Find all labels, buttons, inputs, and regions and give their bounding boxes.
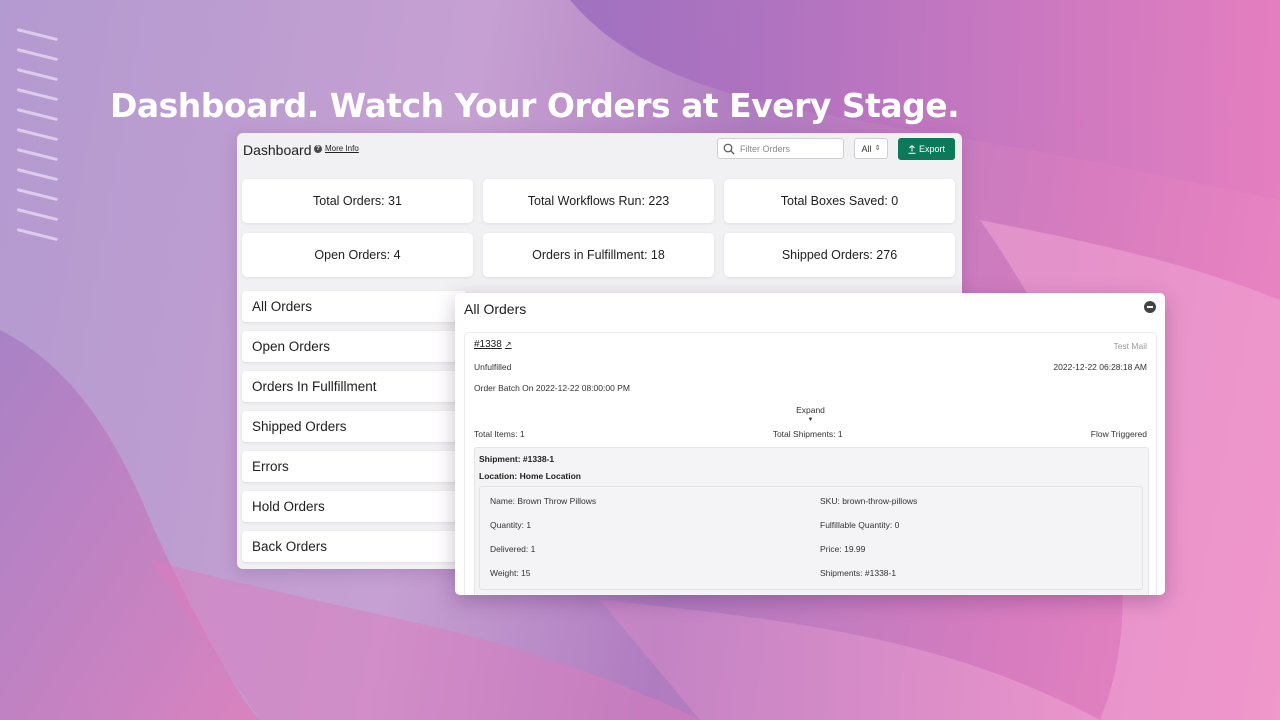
item-quantity: Quantity: 1 bbox=[490, 520, 532, 530]
export-button[interactable]: Export bbox=[898, 138, 955, 160]
item-weight: Weight: 15 bbox=[490, 568, 531, 578]
item-name: Name: Brown Throw Pillows bbox=[490, 496, 597, 506]
more-info[interactable]: ? More Info bbox=[314, 144, 359, 153]
order-tag: Test Mail bbox=[1113, 341, 1147, 351]
more-info-link[interactable]: More Info bbox=[325, 144, 359, 153]
nav-item-orders-in-fulfillment[interactable]: Orders In Fullfillment bbox=[242, 371, 467, 402]
status-filter-select[interactable]: All ⇕ bbox=[854, 138, 888, 159]
orders-nav: All Orders Open Orders Orders In Fullfil… bbox=[242, 291, 467, 571]
modal-title: All Orders bbox=[464, 301, 527, 317]
item-fulfillable-quantity: Fulfillable Quantity: 0 bbox=[820, 520, 900, 530]
order-card: #1338 ↗ Test Mail Unfulfilled 2022-12-22… bbox=[464, 332, 1157, 595]
nav-item-hold-orders[interactable]: Hold Orders bbox=[242, 491, 467, 522]
stat-total-boxes-saved: Total Boxes Saved: 0 bbox=[724, 179, 955, 223]
shipment-id: Shipment: #1338-1 bbox=[479, 454, 555, 464]
nav-item-shipped-orders[interactable]: Shipped Orders bbox=[242, 411, 467, 442]
filter-orders-search[interactable] bbox=[717, 138, 844, 159]
expand-label: Expand bbox=[796, 405, 825, 415]
upload-icon bbox=[908, 144, 916, 154]
all-orders-modal: All Orders #1338 ↗ Test Mail Unfulfilled… bbox=[455, 293, 1165, 595]
updown-arrows-icon: ⇕ bbox=[874, 145, 881, 152]
external-link-icon: ↗ bbox=[504, 340, 512, 349]
order-number-link[interactable]: #1338 ↗ bbox=[474, 339, 512, 350]
minus-circle-icon[interactable] bbox=[1144, 301, 1156, 313]
total-shipments: Total Shipments: 1 bbox=[772, 429, 843, 439]
stat-open-orders: Open Orders: 4 bbox=[242, 233, 473, 277]
stat-total-orders: Total Orders: 31 bbox=[242, 179, 473, 223]
fulfillment-status: Unfulfilled bbox=[474, 362, 512, 372]
stats-grid: Total Orders: 31 Total Workflows Run: 22… bbox=[242, 179, 955, 277]
order-totals: Total Items: 1 Total Shipments: 1 Flow T… bbox=[474, 429, 1147, 439]
nav-item-all-orders[interactable]: All Orders bbox=[242, 291, 467, 322]
total-items: Total Items: 1 bbox=[474, 429, 525, 439]
stat-total-workflows: Total Workflows Run: 223 bbox=[483, 179, 714, 223]
stat-orders-in-fulfillment: Orders in Fulfillment: 18 bbox=[483, 233, 714, 277]
item-sku: SKU: brown-throw-pillows bbox=[820, 496, 918, 506]
order-created-at: 2022-12-22 06:28:18 AM bbox=[1053, 362, 1147, 372]
export-label: Export bbox=[918, 144, 945, 154]
item-shipments: Shipments: #1338-1 bbox=[820, 568, 897, 578]
decorative-stripes bbox=[16, 28, 61, 243]
caret-down-icon: ▼ bbox=[807, 417, 814, 423]
flow-status: Flow Triggered bbox=[1090, 429, 1147, 439]
select-value: All bbox=[861, 143, 872, 154]
stat-shipped-orders: Shipped Orders: 276 bbox=[724, 233, 955, 277]
order-number: #1338 bbox=[474, 339, 502, 350]
item-price: Price: 19.99 bbox=[820, 544, 866, 554]
expand-toggle[interactable]: Expand ▼ bbox=[465, 405, 1156, 423]
dashboard-header: Dashboard ? More Info All ⇕ Export bbox=[237, 133, 962, 169]
line-item-details: Name: Brown Throw Pillows SKU: brown-thr… bbox=[479, 486, 1143, 590]
item-delivered: Delivered: 1 bbox=[490, 544, 536, 554]
nav-item-back-orders[interactable]: Back Orders bbox=[242, 531, 467, 562]
search-icon bbox=[723, 143, 735, 154]
order-batch: Order Batch On 2022-12-22 08:00:00 PM bbox=[474, 383, 630, 393]
page-title: Dashboard bbox=[243, 142, 312, 158]
shipment-location: Location: Home Location bbox=[479, 471, 581, 481]
nav-item-open-orders[interactable]: Open Orders bbox=[242, 331, 467, 362]
headline: Dashboard. Watch Your Orders at Every St… bbox=[110, 86, 960, 125]
search-input[interactable] bbox=[740, 143, 830, 154]
nav-item-errors[interactable]: Errors bbox=[242, 451, 467, 482]
shipment-panel: Shipment: #1338-1 Location: Home Locatio… bbox=[474, 447, 1149, 595]
question-circle-icon: ? bbox=[314, 144, 322, 153]
